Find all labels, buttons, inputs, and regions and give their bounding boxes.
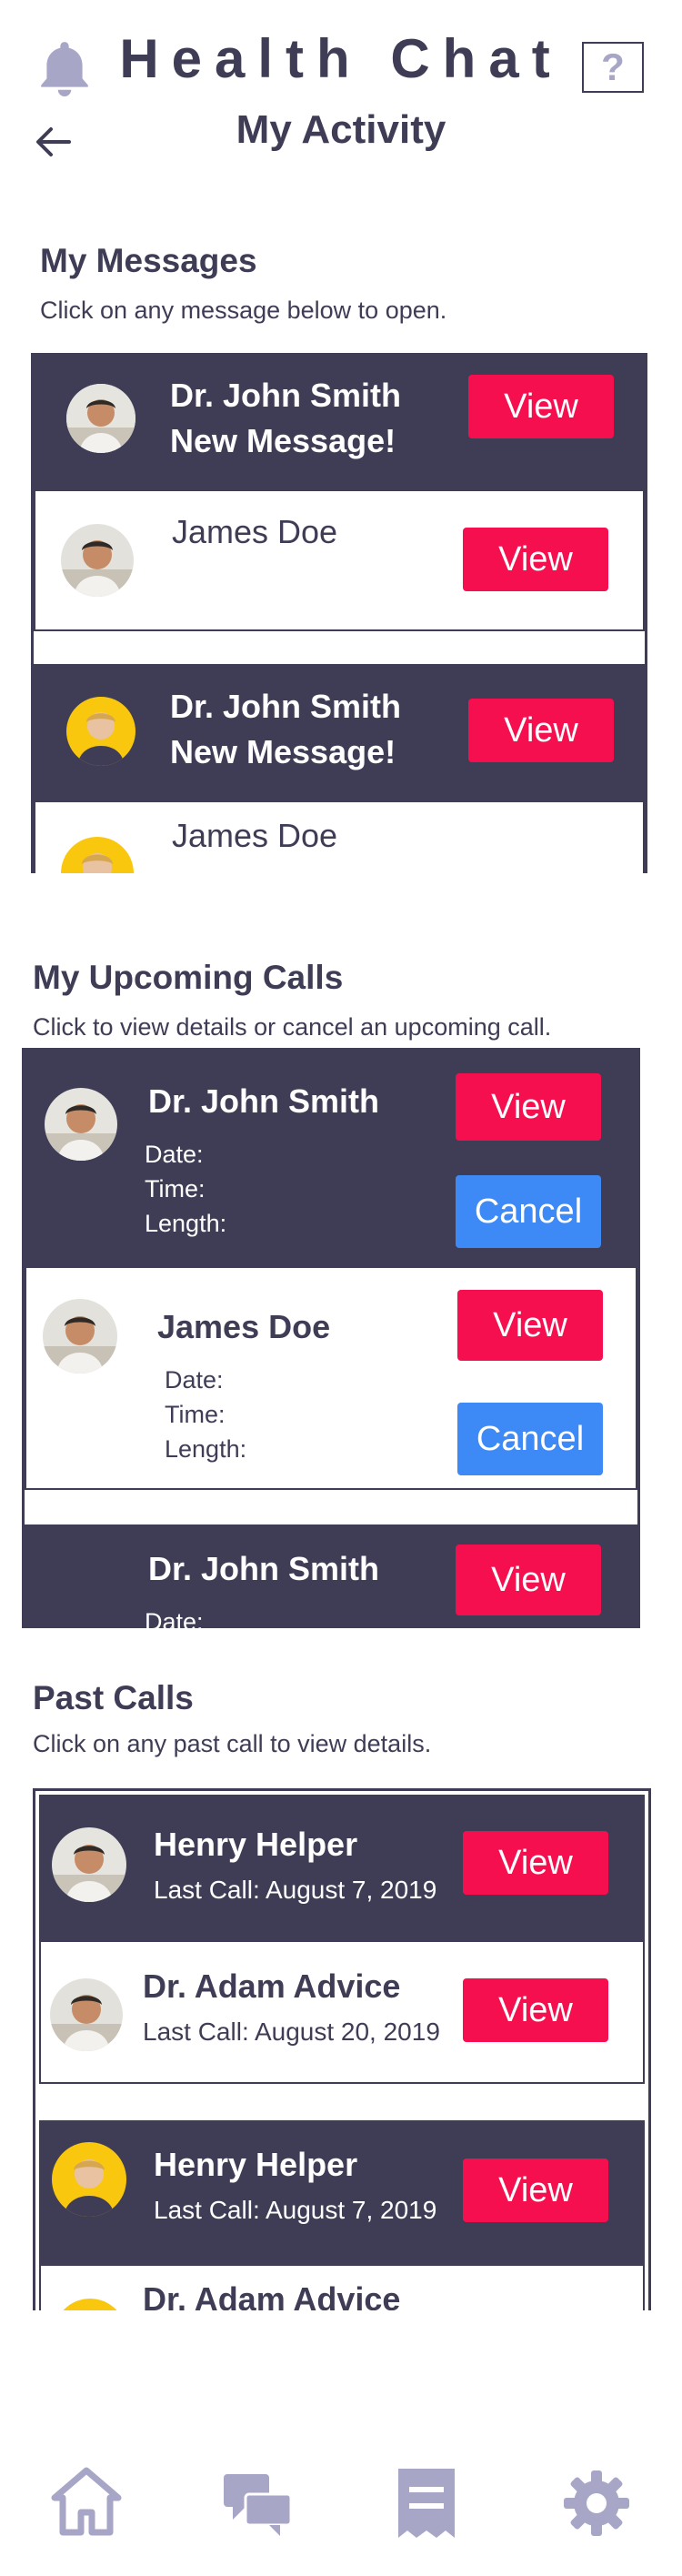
avatar <box>61 837 134 873</box>
messages-list[interactable]: Dr. John Smith New Message! View James D… <box>31 353 647 873</box>
avatar <box>52 1827 126 1902</box>
last-call-date: Last Call: August 20, 2019 <box>143 2018 440 2046</box>
view-past-call-button[interactable]: View <box>463 2158 608 2222</box>
view-past-call-button[interactable]: View <box>463 1978 608 2042</box>
past-call-item[interactable]: Henry Helper Last Call: August 7, 2019 V… <box>39 2120 645 2264</box>
new-message-status: New Message! <box>170 733 396 770</box>
call-length: Length: <box>165 1435 247 1463</box>
view-call-button[interactable]: View <box>456 1073 601 1141</box>
upcoming-section-title: My Upcoming Calls <box>33 959 344 996</box>
past-section-title: Past Calls <box>33 1679 194 1716</box>
call-length: Length: <box>145 1210 227 1237</box>
chat-icon[interactable] <box>222 2470 293 2536</box>
receipt-icon[interactable] <box>395 2467 458 2540</box>
contact-name: Dr. Adam Advice <box>143 1967 401 2005</box>
past-call-item[interactable]: Henry Helper Last Call: August 7, 2019 V… <box>39 1795 645 1940</box>
call-date: Date: <box>145 1608 204 1628</box>
upcoming-call-item[interactable]: Dr. John Smith Date: View <box>25 1524 637 1628</box>
past-calls-list[interactable]: Henry Helper Last Call: August 7, 2019 V… <box>33 1788 651 2310</box>
view-message-button[interactable]: View <box>468 375 614 438</box>
message-item[interactable]: Dr. John Smith New Message! View <box>34 664 645 800</box>
messages-section-subtitle: Click on any message below to open. <box>40 297 447 324</box>
last-call-date: Last Call: August 7, 2019 <box>154 2196 437 2224</box>
view-message-button[interactable]: View <box>468 699 614 762</box>
avatar <box>66 697 135 766</box>
avatar <box>50 1978 123 2051</box>
upcoming-calls-list[interactable]: Dr. John Smith Date: Time: Length: View … <box>22 1048 640 1628</box>
contact-name: James Doe <box>172 817 338 854</box>
cancel-call-button[interactable]: Cancel <box>457 1403 603 1475</box>
message-item[interactable]: James Doe View <box>34 489 645 631</box>
past-section-subtitle: Click on any past call to view details. <box>33 1730 432 1757</box>
avatar <box>54 2299 126 2310</box>
call-date: Date: <box>165 1366 224 1394</box>
gear-icon[interactable] <box>562 2469 631 2538</box>
contact-name: James Doe <box>157 1308 331 1345</box>
upcoming-call-item[interactable]: Dr. John Smith Date: Time: Length: View … <box>25 1048 637 1266</box>
avatar <box>52 2142 126 2217</box>
view-past-call-button[interactable]: View <box>463 1831 608 1895</box>
past-call-item[interactable]: Dr. Adam Advice Last Call: August 20, 20… <box>39 1940 645 2084</box>
contact-name: James Doe <box>172 513 338 550</box>
message-item[interactable]: James Doe <box>34 800 645 873</box>
view-call-button[interactable]: View <box>457 1290 603 1361</box>
app-title: Health Chat <box>119 28 563 89</box>
page-title: My Activity <box>236 107 446 152</box>
contact-name: Dr. John Smith <box>148 1550 380 1587</box>
call-time: Time: <box>145 1175 206 1202</box>
past-call-item[interactable]: Dr. Adam Advice <box>39 2264 645 2310</box>
call-time: Time: <box>165 1401 226 1428</box>
call-date: Date: <box>145 1141 204 1168</box>
last-call-date: Last Call: August 7, 2019 <box>154 1876 437 1904</box>
cancel-call-button[interactable]: Cancel <box>456 1175 601 1248</box>
new-message-status: New Message! <box>170 422 396 459</box>
messages-section-title: My Messages <box>40 242 257 279</box>
view-message-button[interactable]: View <box>463 528 608 591</box>
upcoming-call-item[interactable]: James Doe Date: Time: Length: View Cance… <box>25 1266 637 1490</box>
avatar <box>66 384 135 453</box>
contact-name: Henry Helper <box>154 2146 358 2183</box>
upcoming-section-subtitle: Click to view details or cancel an upcom… <box>33 1013 552 1041</box>
avatar <box>45 1088 117 1161</box>
avatar <box>61 524 134 597</box>
contact-name: Henry Helper <box>154 1826 358 1863</box>
home-icon[interactable] <box>51 2467 122 2536</box>
message-item[interactable]: Dr. John Smith New Message! View <box>34 353 645 489</box>
view-call-button[interactable]: View <box>456 1545 601 1615</box>
contact-name: Dr. John Smith <box>170 377 402 414</box>
avatar <box>43 1299 117 1374</box>
contact-name: Dr. Adam Advice <box>143 2280 401 2310</box>
help-button[interactable]: ? <box>582 42 644 93</box>
contact-name: Dr. John Smith <box>148 1082 380 1120</box>
contact-name: Dr. John Smith <box>170 688 402 725</box>
